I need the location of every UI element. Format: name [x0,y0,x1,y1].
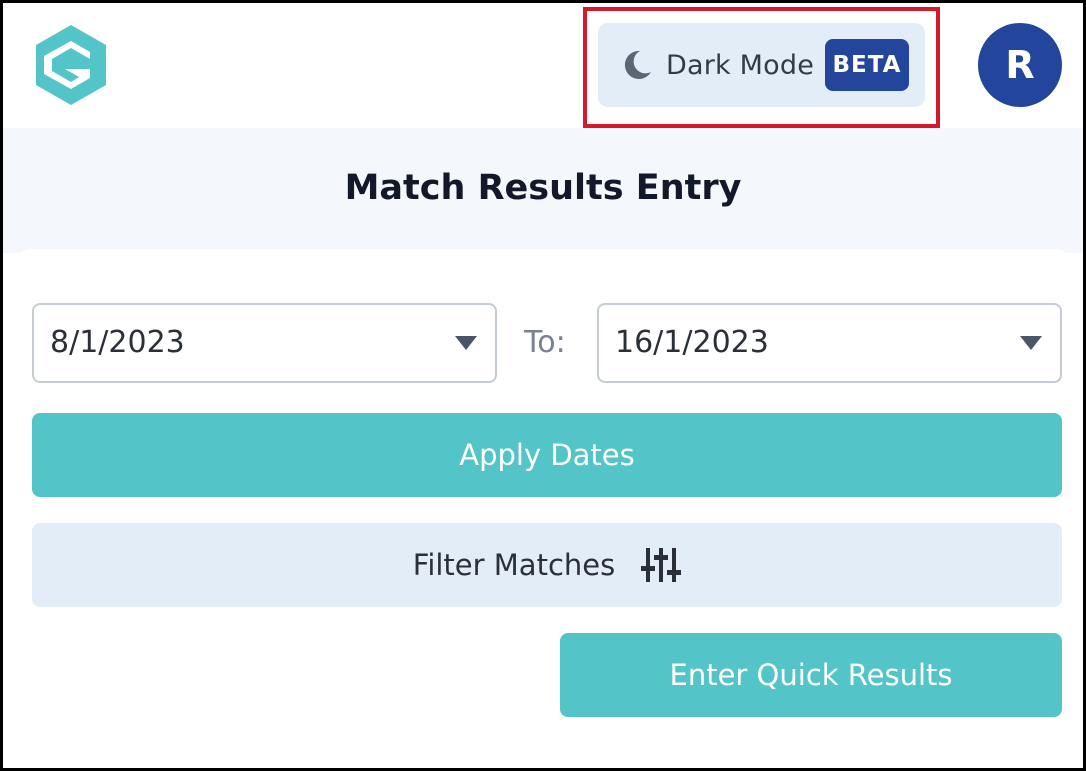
dark-mode-toggle[interactable]: Dark Mode BETA [598,23,925,107]
app-frame: Dark Mode BETA R Match Results Entry 8/1… [0,0,1086,771]
top-bar: Dark Mode BETA R [3,3,1083,128]
from-date-select[interactable]: 8/1/2023 [32,303,497,383]
app-logo[interactable] [33,23,109,107]
enter-quick-results-label: Enter Quick Results [669,658,953,692]
chevron-down-icon [455,336,477,350]
filter-matches-button[interactable]: Filter Matches [32,523,1062,607]
to-date-select[interactable]: 16/1/2023 [597,303,1062,383]
title-band: Match Results Entry [3,128,1083,253]
from-date-value: 8/1/2023 [50,325,185,360]
to-label: To: [524,325,566,360]
filter-matches-label: Filter Matches [412,548,616,582]
apply-dates-button[interactable]: Apply Dates [32,413,1062,497]
to-date-value: 16/1/2023 [615,325,769,360]
beta-badge: BETA [825,39,909,91]
chevron-down-icon [1020,336,1042,350]
moon-icon [624,50,651,79]
apply-dates-label: Apply Dates [459,438,635,472]
user-avatar[interactable]: R [978,23,1062,107]
enter-quick-results-button[interactable]: Enter Quick Results [560,633,1062,717]
page-title: Match Results Entry [344,168,742,208]
results-panel: 8/1/2023 To: 16/1/2023 Apply Dates Filte… [13,249,1073,768]
sliders-icon [641,548,682,582]
dark-mode-label: Dark Mode [666,49,815,81]
